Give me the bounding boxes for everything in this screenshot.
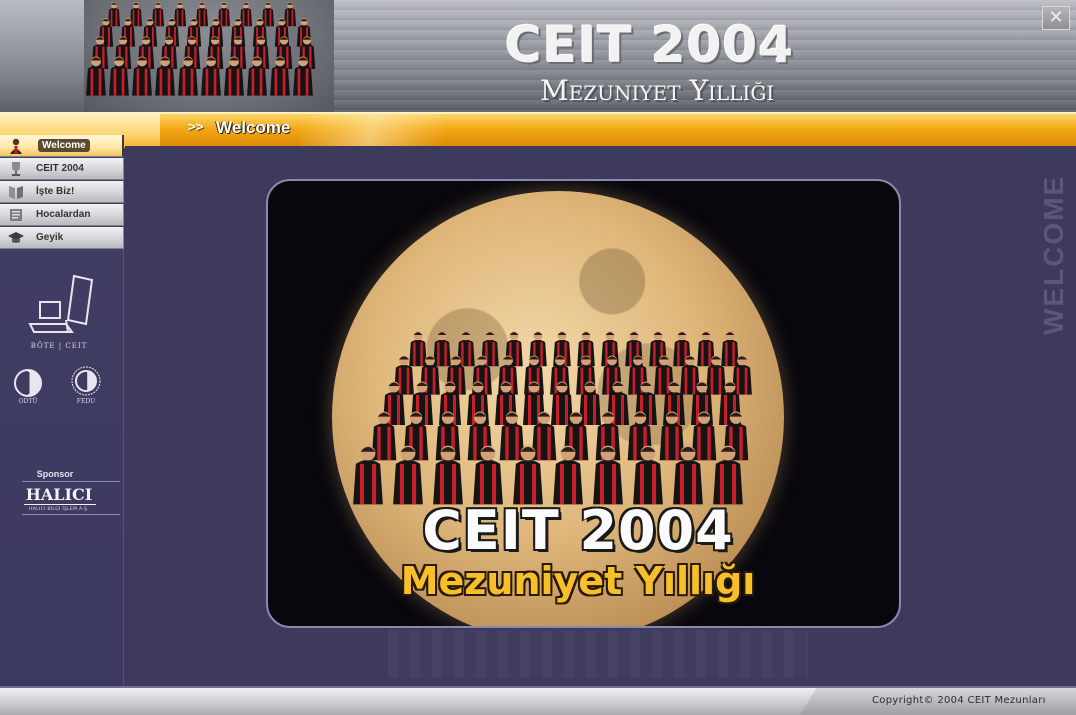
graduate-figure: [217, 2, 231, 27]
graduates-photo-image: [86, 2, 316, 96]
graduate-figure: [721, 331, 739, 367]
graduate-figure: [151, 2, 165, 27]
sidebar-item-geyik[interactable]: Geyik: [0, 227, 124, 249]
sidebar-item-label: CEIT 2004: [36, 163, 84, 174]
app-header: CEIT 2004 Mezuniyet Yıllığı ✕: [0, 0, 1076, 112]
graduate-figure: [283, 2, 297, 27]
graduation-cap-icon: [4, 228, 28, 248]
sidebar-item-label: Welcome: [38, 139, 90, 152]
sponsor-logo[interactable]: HALICI HALICI BİLGİ İŞLEM A.Ş.: [22, 481, 120, 515]
sponsor-name: HALICI: [25, 485, 93, 504]
graduate-figure: [261, 2, 275, 27]
close-icon: ✕: [1048, 7, 1064, 28]
graduate-figure: [409, 331, 427, 367]
graduation-photo: CEIT 2004 Mezuniyet Yıllığı: [266, 179, 901, 628]
bote-label: BÖTE | CEIT: [30, 342, 88, 350]
book-icon: [4, 182, 28, 202]
sponsor-label: Sponsor: [36, 469, 74, 479]
sponsor-subtitle: HALICI BİLGİ İŞLEM A.Ş.: [29, 507, 89, 512]
fedu-label: FEDU: [76, 398, 96, 405]
sidebar-item-label: Hocalardan: [36, 209, 91, 220]
photo-title: CEIT 2004: [422, 499, 734, 562]
photo-subtitle: Mezuniyet Yıllığı: [400, 559, 756, 603]
sidebar-item-welcome[interactable]: Welcome: [0, 135, 124, 157]
page-title: Welcome: [216, 118, 291, 137]
graduate-figure: [195, 2, 209, 27]
graduate-figure: [173, 2, 187, 27]
app-subtitle: Mezuniyet Yıllığı: [540, 74, 775, 107]
sidebar-item-ceit-2004[interactable]: CEIT 2004: [0, 158, 124, 180]
sidebar-item-hocalardan[interactable]: Hocalardan: [0, 204, 124, 226]
notebook-icon: [4, 205, 28, 225]
welcome-side-label: WELCOME: [1038, 174, 1069, 336]
photo-reflection: [388, 630, 808, 678]
sidebar-item-label: Geyik: [36, 232, 64, 243]
odtu-label: ODTÜ: [18, 398, 38, 405]
header-group-photo: [84, 0, 334, 112]
breadcrumb-arrows: >>: [188, 120, 204, 135]
graduate-figure: [129, 2, 143, 27]
section-bar-shine: [300, 114, 460, 146]
close-button[interactable]: ✕: [1042, 6, 1070, 30]
copyright-text: Copyright© 2004 CEIT Mezunları: [872, 695, 1046, 706]
sidebar-item-iste-biz[interactable]: İşte Biz!: [0, 181, 124, 203]
app-title: CEIT 2004: [505, 16, 795, 74]
sponsor-divider: [24, 504, 96, 505]
graduate-figure: [433, 331, 451, 367]
sidebar-item-label: İşte Biz!: [36, 186, 75, 197]
person-icon: [4, 136, 28, 156]
graduate-figure: [239, 2, 253, 27]
section-bar: [0, 112, 1076, 148]
trophy-icon: [4, 159, 28, 179]
graduate-figure: [107, 2, 121, 27]
